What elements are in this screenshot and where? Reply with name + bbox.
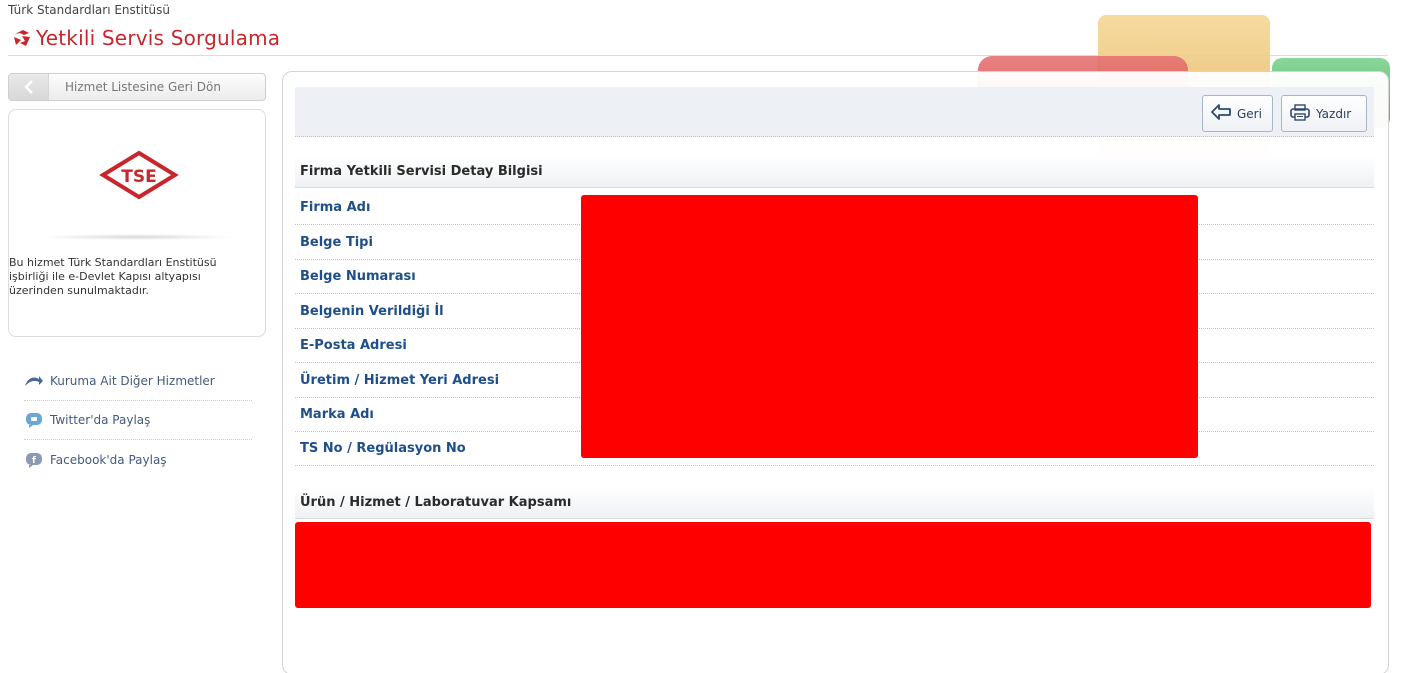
back-to-service-list-button[interactable]: Hizmet Listesine Geri Dön (8, 73, 266, 101)
back-to-service-list-label: Hizmet Listesine Geri Dön (65, 80, 221, 94)
scope-section-header: Ürün / Hizmet / Laboratuvar Kapsamı (295, 487, 1374, 519)
sidebar-link-twitter[interactable]: Twitter'da Paylaş (24, 401, 252, 440)
sidebar-link-label: Twitter'da Paylaş (50, 413, 151, 427)
service-title[interactable]: Yetkili Servis Sorgulama (12, 24, 280, 52)
chevron-left-icon (9, 74, 49, 100)
back-button[interactable]: Geri (1202, 95, 1273, 132)
service-title-text: Yetkili Servis Sorgulama (36, 26, 281, 50)
print-button-label: Yazdır (1316, 106, 1352, 121)
back-button-label: Geri (1237, 106, 1262, 121)
redacted-scope-content (295, 522, 1371, 608)
edevlet-logo-icon (12, 28, 32, 48)
facebook-icon: f (24, 452, 44, 468)
svg-text:TSE: TSE (121, 167, 156, 187)
tse-logo-icon: TSE (99, 150, 179, 200)
twitter-icon (24, 412, 44, 428)
card-divider (39, 234, 235, 240)
sidebar-link-label: Facebook'da Paylaş (50, 452, 167, 467)
print-button[interactable]: Yazdır (1281, 95, 1367, 132)
details-section-header: Firma Yetkili Servisi Detay Bilgisi (295, 156, 1374, 188)
arrow-left-icon (1210, 103, 1232, 124)
sidebar-link-facebook[interactable]: f Facebook'da Paylaş (24, 440, 252, 479)
other-services-icon (24, 373, 44, 389)
sidebar-link-label: Kuruma Ait Diğer Hizmetler (50, 374, 215, 388)
sidebar-link-other-services[interactable]: Kuruma Ait Diğer Hizmetler (24, 362, 252, 401)
printer-icon (1289, 103, 1311, 124)
institution-info-card: TSE Bu hizmet Türk Standardları Enstitüs… (8, 109, 266, 337)
svg-text:f: f (32, 456, 36, 466)
service-info-text: Bu hizmet Türk Standardları Enstitüsü iş… (9, 256, 217, 297)
sidebar-links: Kuruma Ait Diğer Hizmetler Twitter'da Pa… (24, 362, 252, 479)
org-name: Türk Standardları Enstitüsü (8, 3, 170, 17)
redacted-details-values (581, 195, 1198, 458)
